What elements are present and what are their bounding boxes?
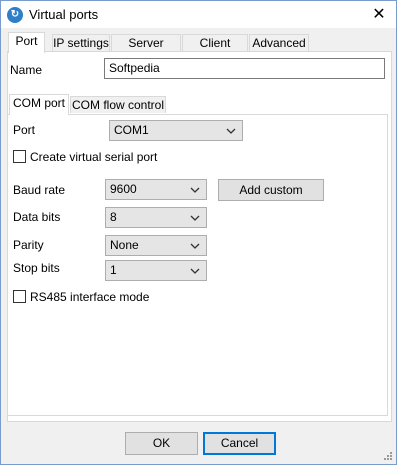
data-bits-value: 8: [110, 210, 117, 224]
tab-port[interactable]: Port: [8, 32, 45, 53]
tab-ip-settings[interactable]: IP settings: [52, 34, 110, 51]
stop-bits-select[interactable]: 1: [105, 260, 207, 281]
cancel-button[interactable]: Cancel: [203, 432, 276, 455]
app-logo-icon: ↻: [7, 7, 23, 23]
com-port-panel: Port COM1 Create virtual serial port Bau…: [7, 114, 388, 416]
tab-com-flow-control[interactable]: COM flow control: [70, 96, 166, 113]
baud-rate-select[interactable]: 9600: [105, 179, 207, 200]
tab-server-mode[interactable]: Server mode: [111, 34, 181, 66]
name-field[interactable]: Softpedia: [104, 58, 385, 79]
parity-select[interactable]: None: [105, 235, 207, 256]
stop-bits-value: 1: [110, 263, 117, 277]
port-select[interactable]: COM1: [109, 120, 243, 141]
port-label: Port: [13, 123, 36, 137]
parity-label: Parity: [13, 238, 44, 252]
tab-com-port[interactable]: COM port: [9, 94, 69, 115]
tab-client-mode[interactable]: Client mode: [182, 34, 248, 66]
chevron-down-icon: [190, 243, 200, 249]
name-label: Name: [10, 63, 43, 77]
ok-button[interactable]: OK: [125, 432, 198, 455]
rs485-checkbox[interactable]: [13, 290, 26, 303]
chevron-down-icon: [190, 268, 200, 274]
create-virtual-port-checkbox[interactable]: [13, 150, 26, 163]
title-bar: ↻ Virtual ports ✕: [1, 1, 396, 28]
add-custom-button[interactable]: Add custom: [218, 179, 324, 201]
virtual-ports-dialog: ↻ Virtual ports ✕ Port IP settings Serve…: [0, 0, 397, 465]
data-bits-label: Data bits: [13, 210, 61, 224]
tab-advanced[interactable]: Advanced: [249, 34, 309, 51]
chevron-down-icon: [226, 128, 236, 134]
window-title: Virtual ports: [29, 7, 99, 22]
baud-rate-value: 9600: [110, 182, 137, 196]
chevron-down-icon: [190, 215, 200, 221]
parity-value: None: [110, 238, 139, 252]
stop-bits-label: Stop bits: [13, 261, 60, 275]
close-button[interactable]: ✕: [362, 1, 396, 28]
rs485-label: RS485 interface mode: [30, 290, 150, 304]
resize-grip-icon[interactable]: [383, 451, 393, 461]
baud-rate-label: Baud rate: [13, 183, 66, 197]
create-virtual-port-label: Create virtual serial port: [30, 150, 158, 164]
data-bits-select[interactable]: 8: [105, 207, 207, 228]
port-select-value: COM1: [114, 123, 149, 137]
chevron-down-icon: [190, 187, 200, 193]
